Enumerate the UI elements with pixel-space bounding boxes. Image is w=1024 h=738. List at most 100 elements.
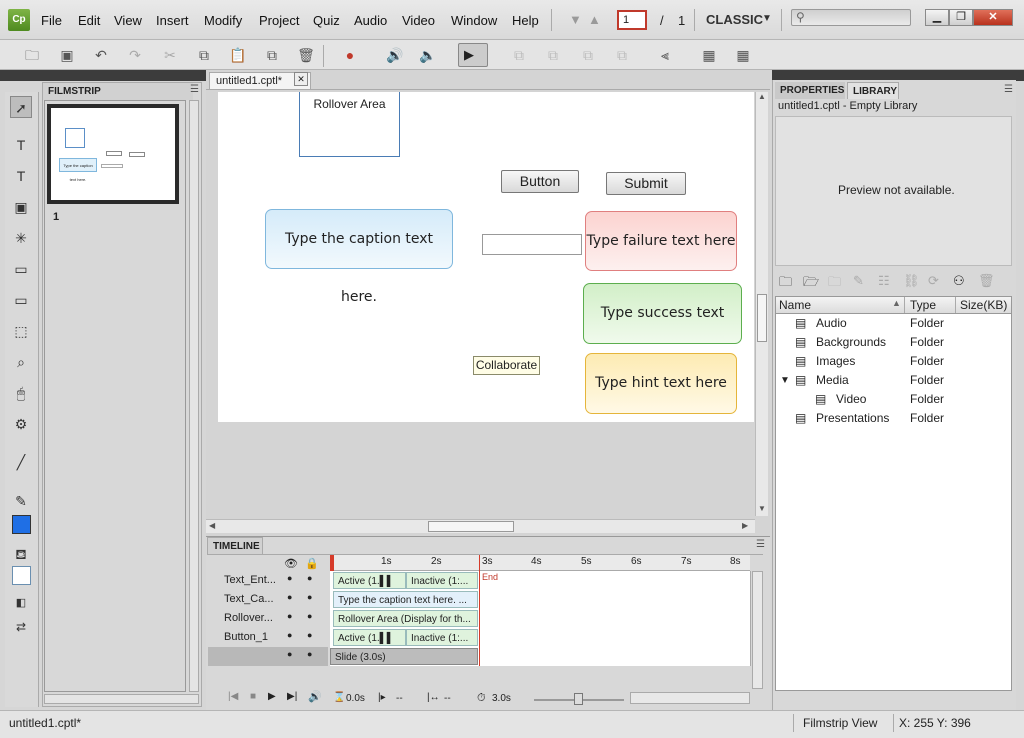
first-frame-icon[interactable]: |◀ bbox=[228, 691, 238, 702]
timeline-bar[interactable]: Inactive (1:... bbox=[406, 572, 478, 589]
text-entry-box[interactable] bbox=[482, 234, 582, 255]
library-item[interactable]: ▤ Video Folder bbox=[775, 390, 1011, 409]
lock-dot[interactable]: ● bbox=[307, 592, 312, 602]
update-icon[interactable]: ⟳ bbox=[928, 273, 939, 289]
lock-dot[interactable]: ● bbox=[307, 611, 312, 621]
table-icon[interactable]: ▦ bbox=[733, 45, 753, 65]
rollover-area-tool-icon[interactable]: ⬚ bbox=[10, 320, 32, 342]
visibility-dot[interactable]: ● bbox=[287, 573, 292, 583]
stage-vscrollbar[interactable]: ▲ ▼ bbox=[755, 92, 768, 516]
arrow-up-icon[interactable]: ▲ bbox=[588, 12, 601, 27]
timeline-slide-bar[interactable]: Slide (3.0s) bbox=[330, 648, 478, 665]
timeline-bar[interactable]: Active (1.▌▌ bbox=[333, 629, 406, 646]
panel-menu-icon[interactable]: ☰ bbox=[756, 539, 765, 550]
scroll-down-icon[interactable]: ▼ bbox=[758, 504, 766, 513]
menu-window[interactable]: Window bbox=[451, 13, 497, 28]
menu-view[interactable]: View bbox=[114, 13, 142, 28]
audio-mute-icon[interactable]: 🔈 bbox=[418, 45, 438, 65]
playhead[interactable] bbox=[330, 555, 334, 571]
zoom-slider-thumb[interactable] bbox=[574, 693, 583, 705]
menu-audio[interactable]: Audio bbox=[354, 13, 387, 28]
select-unused-icon[interactable]: ⚇ bbox=[953, 273, 965, 289]
panel-collapse-strip[interactable] bbox=[0, 70, 206, 81]
page-number-input[interactable]: 1 bbox=[617, 10, 647, 30]
stop-icon[interactable]: ■ bbox=[250, 691, 256, 702]
bring-forward-icon[interactable]: ⧉ bbox=[509, 45, 529, 65]
align-icon[interactable]: ⫷ bbox=[655, 45, 675, 65]
stage-hscrollbar[interactable]: ◀ ▶ bbox=[206, 519, 755, 533]
menu-insert[interactable]: Insert bbox=[156, 13, 189, 28]
lock-dot[interactable]: ● bbox=[307, 573, 312, 583]
arrow-down-icon[interactable]: ▼ bbox=[569, 12, 582, 27]
text-entry-tool-icon[interactable]: ▭ bbox=[10, 289, 32, 311]
menu-quiz[interactable]: Quiz bbox=[313, 13, 340, 28]
text-caption-tool-icon[interactable]: T bbox=[10, 134, 32, 156]
chevron-down-icon[interactable]: ▼ bbox=[762, 13, 772, 24]
menu-file[interactable]: File bbox=[41, 13, 62, 28]
column-name[interactable]: Name bbox=[779, 298, 811, 312]
timeline-bar[interactable]: Active (1.▌▌ bbox=[333, 572, 406, 589]
slide-thumbnail[interactable]: Type the caption text here. bbox=[47, 104, 179, 204]
column-size[interactable]: Size(KB) bbox=[960, 298, 1007, 312]
scroll-left-icon[interactable]: ◀ bbox=[209, 521, 215, 530]
audio-icon[interactable]: 🔊 bbox=[385, 45, 405, 65]
button-tool-icon[interactable]: ▭ bbox=[10, 258, 32, 280]
panel-menu-icon[interactable]: ☰ bbox=[1004, 84, 1013, 95]
library-item[interactable]: ▤ Images Folder bbox=[775, 352, 1011, 371]
delete-icon[interactable]: 🗑 bbox=[296, 45, 316, 65]
timeline-tab[interactable]: TIMELINE bbox=[207, 537, 263, 554]
timeline-bar[interactable]: Rollover Area (Display for th... bbox=[333, 610, 478, 627]
search-input[interactable]: ⚲ bbox=[791, 9, 911, 26]
widget-tool-icon[interactable]: ⚙ bbox=[10, 413, 32, 435]
mute-icon[interactable]: 🔊 bbox=[308, 690, 322, 703]
scroll-thumb[interactable] bbox=[428, 521, 514, 532]
text-caption[interactable]: Type the caption text here. bbox=[265, 209, 453, 305]
timeline-hscrollbar[interactable] bbox=[630, 692, 750, 704]
highlight-box-tool-icon[interactable]: ▣ bbox=[10, 196, 32, 218]
minimize-button[interactable]: ▁ bbox=[925, 9, 949, 26]
swap-colors-icon[interactable]: ⇄ bbox=[10, 616, 32, 638]
eye-icon[interactable]: 👁 bbox=[284, 557, 298, 570]
open-folder-icon[interactable]: 🗀 bbox=[22, 45, 42, 65]
import-icon[interactable]: 🗁 bbox=[803, 273, 819, 295]
timeline-bar[interactable]: Type the caption text here. ... bbox=[333, 591, 478, 608]
library-item[interactable]: ▼ ▤ Media Folder bbox=[775, 371, 1011, 390]
click-box-tool-icon[interactable]: ✳ bbox=[10, 227, 32, 249]
selection-tool-icon[interactable]: ➚ bbox=[10, 96, 32, 118]
new-folder-icon[interactable]: 🗀 bbox=[779, 273, 792, 295]
menu-help[interactable]: Help bbox=[512, 13, 539, 28]
stroke-color-swatch[interactable] bbox=[12, 515, 31, 534]
record-icon[interactable]: ● bbox=[340, 45, 360, 65]
lock-dot[interactable]: ● bbox=[307, 649, 312, 659]
rollover-area[interactable]: Rollover Area bbox=[299, 92, 400, 157]
column-type[interactable]: Type bbox=[910, 298, 936, 312]
visibility-dot[interactable]: ● bbox=[287, 592, 292, 602]
restore-button[interactable]: ❐ bbox=[949, 9, 973, 26]
visibility-dot[interactable]: ● bbox=[287, 649, 292, 659]
filmstrip-scrollbar[interactable] bbox=[189, 100, 199, 692]
panel-menu-icon[interactable]: ☰ bbox=[190, 84, 199, 95]
close-tab-icon[interactable]: ✕ bbox=[294, 72, 308, 86]
filmstrip-tab[interactable]: FILMSTRIP bbox=[43, 83, 193, 100]
menu-video[interactable]: Video bbox=[402, 13, 435, 28]
menu-modify[interactable]: Modify bbox=[204, 13, 242, 28]
paint-bucket-icon[interactable]: ⛾ bbox=[10, 543, 32, 565]
library-tab[interactable]: LIBRARY bbox=[847, 82, 899, 99]
lock-icon[interactable]: 🔒 bbox=[305, 557, 319, 570]
redo-icon[interactable]: ↷ bbox=[125, 45, 145, 65]
failure-caption[interactable]: Type failure text here bbox=[585, 211, 737, 271]
timeline-bar[interactable]: Inactive (1:... bbox=[406, 629, 478, 646]
edit-icon[interactable]: ✎ bbox=[853, 273, 864, 289]
expand-icon[interactable]: ▼ bbox=[780, 371, 790, 390]
line-tool-icon[interactable]: ╱ bbox=[10, 451, 32, 473]
success-caption[interactable]: Type success text here bbox=[583, 283, 742, 380]
delete-icon[interactable]: 🗑 bbox=[978, 273, 995, 289]
scroll-up-icon[interactable]: ▲ bbox=[758, 92, 766, 101]
library-item[interactable]: ▤ Backgrounds Folder bbox=[775, 333, 1011, 352]
copy-icon[interactable]: ⧉ bbox=[194, 45, 214, 65]
export-icon[interactable]: 🗀 bbox=[828, 273, 841, 295]
timeline-vscrollbar[interactable] bbox=[752, 571, 763, 689]
end-marker[interactable] bbox=[479, 555, 480, 666]
zoom-tool-icon[interactable]: ⌕ bbox=[10, 351, 32, 373]
close-button[interactable]: ✕ bbox=[973, 9, 1013, 26]
